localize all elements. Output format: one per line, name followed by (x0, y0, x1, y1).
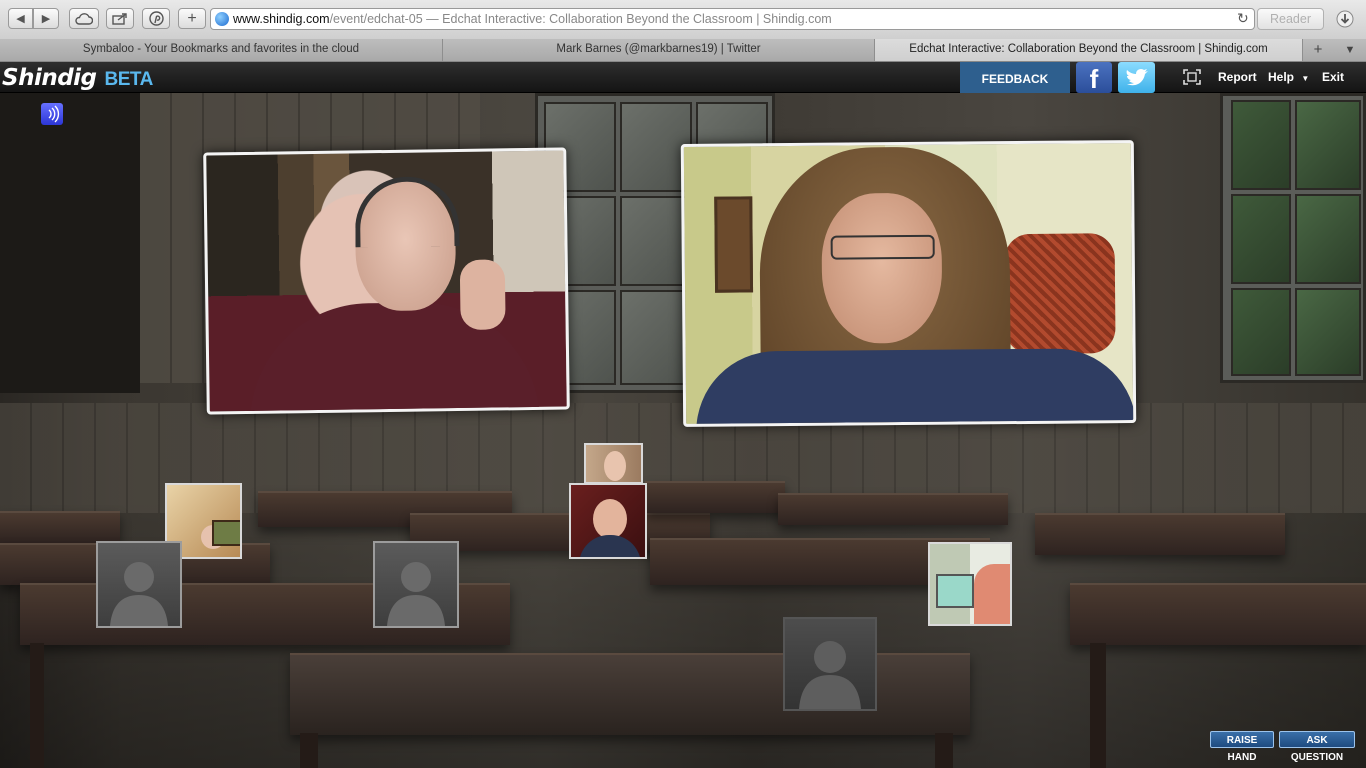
host-video-left[interactable] (203, 147, 570, 415)
download-button[interactable] (1332, 8, 1358, 30)
add-icon: + (1313, 41, 1323, 58)
audience-thumb[interactable] (569, 483, 647, 559)
fullscreen-icon (1183, 69, 1201, 85)
desk (645, 481, 785, 513)
doorway (0, 93, 140, 393)
feedback-button[interactable]: FEEDBACK (960, 62, 1070, 93)
desk (1035, 513, 1285, 555)
share-icon (112, 13, 127, 25)
tab-shindig[interactable]: Edchat Interactive: Collaboration Beyond… (875, 39, 1303, 61)
wall-picture (714, 196, 754, 293)
desk (0, 511, 120, 543)
avatar-placeholder-icon (799, 641, 861, 709)
download-icon (1336, 10, 1354, 28)
tab-label: Symbaloo - Your Bookmarks and favorites … (82, 43, 360, 55)
url-separator: — (422, 12, 443, 26)
cloud-icon (75, 12, 93, 25)
desk-leg (935, 733, 953, 768)
host-left-hand (459, 259, 506, 330)
chevron-down-icon: ▼ (1344, 44, 1356, 56)
desk-leg (1090, 643, 1106, 768)
url-path: /event/edchat-05 (329, 12, 423, 26)
facebook-button[interactable]: f (1076, 62, 1112, 94)
twitter-icon (1126, 69, 1148, 86)
participant-body (974, 564, 1010, 624)
participant-avatar (593, 499, 627, 539)
raise-hand-button[interactable]: RAISE HAND (1210, 731, 1274, 763)
back-icon: ◀ (16, 13, 25, 25)
desk-leg (300, 733, 318, 768)
audience-thumb-empty[interactable] (96, 541, 182, 628)
reader-button[interactable]: Reader (1257, 8, 1324, 30)
participant-avatar (604, 451, 626, 481)
forward-button[interactable]: ▶ (33, 8, 59, 29)
help-menu[interactable]: Help ▼ (1268, 62, 1309, 92)
wall-picture (212, 520, 240, 546)
beta-badge: BETA (104, 69, 154, 90)
host-right-face (821, 192, 943, 344)
back-button[interactable]: ◀ (8, 8, 33, 29)
headset-icon (354, 175, 460, 248)
fullscreen-button[interactable] (1182, 68, 1202, 86)
window-right (1220, 93, 1366, 383)
tab-overflow-button[interactable]: ▼ (1338, 39, 1362, 61)
chevron-down-icon: ▼ (1301, 74, 1310, 83)
window-in-video (936, 574, 974, 608)
address-bar[interactable]: www.shindig.com/event/edchat-05 — Edchat… (210, 8, 1255, 30)
host-video-right[interactable] (680, 140, 1137, 427)
browser-toolbar: ◀ ▶ + www.shindig.com/event/edchat-05 — … (0, 0, 1366, 40)
avatar-placeholder-icon (110, 562, 168, 626)
globe-icon (215, 12, 229, 26)
icloud-button[interactable] (69, 8, 99, 29)
url-page-title: Edchat Interactive: Collaboration Beyond… (442, 12, 832, 26)
avatar-placeholder-icon (387, 562, 445, 626)
desk (1070, 583, 1366, 645)
exit-link[interactable]: Exit (1322, 62, 1344, 92)
shindig-logo[interactable]: Shindig BETA (2, 62, 153, 92)
desk (778, 493, 1008, 525)
logo-text: Shindig (2, 65, 97, 91)
desk-leg (30, 643, 44, 768)
red-bag (1004, 233, 1116, 355)
broadcast-waves (48, 105, 60, 123)
new-tab-button[interactable]: + (1305, 39, 1331, 61)
audience-thumb[interactable] (928, 542, 1012, 626)
tab-twitter[interactable]: Mark Barnes (@markbarnes19) | Twitter (443, 39, 875, 61)
tab-symbaloo[interactable]: Symbaloo - Your Bookmarks and favorites … (0, 39, 443, 61)
facebook-icon: f (1089, 64, 1099, 94)
participant-body (579, 535, 641, 557)
share-button[interactable] (106, 8, 134, 29)
forward-icon: ▶ (41, 13, 51, 25)
help-label: Help (1268, 70, 1295, 84)
url-host: www.shindig.com (233, 12, 330, 26)
tab-label: Mark Barnes (@markbarnes19) | Twitter (556, 43, 761, 55)
reload-icon[interactable]: ↻ (1237, 10, 1251, 26)
audience-thumb-empty[interactable] (373, 541, 459, 628)
add-bookmark-button[interactable]: + (178, 8, 206, 29)
glasses-icon (830, 234, 935, 260)
tab-label: Edchat Interactive: Collaboration Beyond… (909, 43, 1268, 55)
ask-question-button[interactable]: ASK QUESTION (1279, 731, 1355, 763)
report-link[interactable]: Report (1218, 62, 1257, 92)
pinterest-icon (148, 11, 164, 26)
audience-thumb[interactable] (584, 443, 643, 484)
app-header (0, 62, 1366, 93)
signal-icon[interactable] (41, 103, 63, 125)
twitter-button[interactable] (1118, 62, 1155, 93)
pinterest-button[interactable] (142, 8, 170, 29)
tab-bar: Symbaloo - Your Bookmarks and favorites … (0, 39, 1366, 62)
audience-thumb-empty[interactable] (783, 617, 877, 711)
add-icon: + (187, 9, 197, 27)
host-right-sweater (695, 348, 1137, 427)
